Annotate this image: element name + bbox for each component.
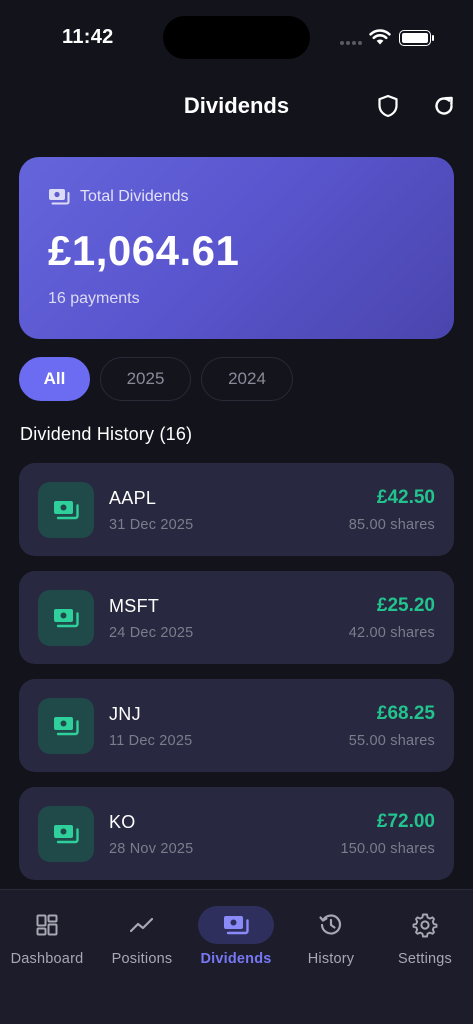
dividend-amount: £68.25 (376, 703, 435, 724)
filter-chip-2024[interactable]: 2024 (201, 357, 293, 401)
total-dividends-card: Total Dividends £1,064.61 16 payments (19, 157, 454, 339)
section-title: Dividend History (16) (20, 424, 193, 444)
tab-dashboard[interactable]: Dashboard (0, 906, 94, 976)
summary-label: Total Dividends (80, 188, 189, 205)
payment-date: 31 Dec 2025 (109, 517, 194, 533)
dashboard-icon (36, 914, 58, 936)
gear-icon (412, 913, 438, 938)
tab-label: Settings (398, 951, 452, 967)
wifi-icon (369, 29, 391, 45)
tab-history[interactable]: History (284, 906, 378, 976)
dividend-row[interactable]: KO 28 Nov 2025 £72.00 150.00 shares (19, 787, 454, 880)
row-icon-container (38, 590, 94, 646)
filter-chip-2025[interactable]: 2025 (100, 357, 191, 401)
history-icon (319, 914, 342, 935)
dividend-amount: £72.00 (376, 811, 435, 832)
share-count: 85.00 shares (348, 517, 435, 533)
signal-icon (340, 41, 362, 45)
money-icon (49, 189, 70, 205)
tab-settings[interactable]: Settings (378, 906, 472, 976)
share-count: 55.00 shares (348, 733, 435, 749)
total-amount: £1,064.61 (48, 227, 240, 274)
share-count: 150.00 shares (340, 841, 435, 857)
status-time: 11:42 (62, 26, 114, 48)
dividend-list: AAPL 31 Dec 2025 £42.50 85.00 shares MSF… (19, 463, 454, 895)
dynamic-island (163, 16, 310, 59)
row-icon-container (38, 698, 94, 754)
money-icon (54, 825, 79, 844)
summary-label-row: Total Dividends (48, 188, 189, 206)
tab-label: Dividends (200, 951, 272, 967)
ticker: AAPL (109, 488, 157, 508)
refresh-button[interactable] (431, 93, 457, 119)
filter-chip-all[interactable]: All (19, 357, 90, 401)
money-icon (54, 717, 79, 736)
year-filter-chips: All 2025 2024 (19, 357, 293, 401)
dividend-amount: £25.20 (376, 595, 435, 616)
share-count: 42.00 shares (348, 625, 435, 641)
money-icon (54, 501, 79, 520)
row-icon-container (38, 806, 94, 862)
tab-dividends[interactable]: Dividends (189, 906, 283, 976)
dividend-row[interactable]: MSFT 24 Dec 2025 £25.20 42.00 shares (19, 571, 454, 664)
trend-icon (129, 917, 154, 933)
payment-date: 28 Nov 2025 (109, 841, 194, 857)
payment-date: 24 Dec 2025 (109, 625, 194, 641)
tab-label: Dashboard (10, 951, 84, 967)
battery-icon (399, 30, 434, 46)
dividend-row[interactable]: AAPL 31 Dec 2025 £42.50 85.00 shares (19, 463, 454, 556)
page-title: Dividends (183, 93, 290, 118)
ticker: MSFT (109, 596, 160, 616)
row-icon-container (38, 482, 94, 538)
shield-button[interactable] (375, 93, 401, 119)
shield-icon (378, 94, 398, 118)
tab-label: History (307, 951, 355, 967)
refresh-icon (435, 96, 453, 115)
ticker: KO (109, 812, 136, 832)
payment-date: 11 Dec 2025 (109, 733, 193, 749)
status-bar: 11:42 (0, 0, 473, 76)
dividend-row[interactable]: JNJ 11 Dec 2025 £68.25 55.00 shares (19, 679, 454, 772)
dividend-amount: £42.50 (376, 487, 435, 508)
tab-label: Positions (111, 951, 173, 967)
money-icon (224, 916, 249, 935)
header: Dividends (0, 84, 473, 128)
tab-positions[interactable]: Positions (95, 906, 189, 976)
payment-count: 16 payments (48, 290, 140, 307)
ticker: JNJ (109, 704, 141, 724)
money-icon (54, 609, 79, 628)
tab-bar: Dashboard Positions Dividends History Se… (0, 889, 473, 1024)
